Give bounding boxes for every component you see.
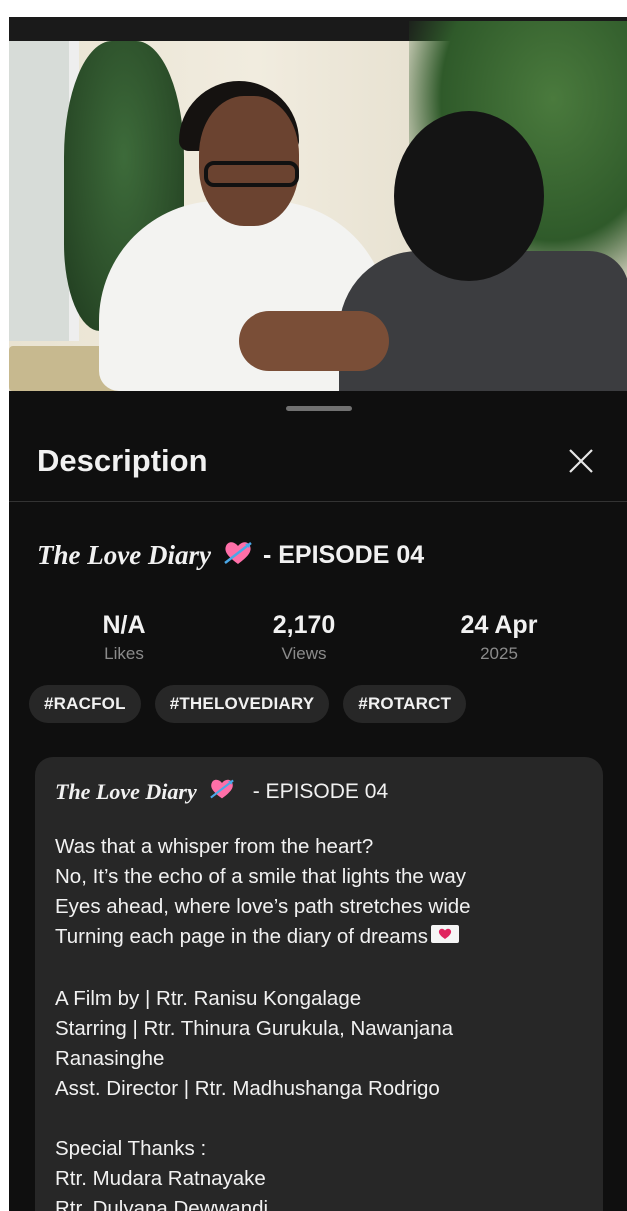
heart-with-arrow-icon [209,777,235,806]
love-letter-icon [430,923,460,954]
sheet-title: Description [37,443,208,478]
divider [9,501,627,502]
thanks-line: Rtr. Mudara Ratnayake [55,1167,266,1190]
description-title-script: The Love Diary [55,778,197,804]
views-label: Views [281,644,327,663]
credit-line: A Film by | Rtr. Ranisu Kongalage [55,987,362,1010]
hashtag-chip[interactable]: #ROTARCT [343,685,467,723]
views-count: 2,170 [272,611,336,639]
hashtag-list: #RACFOL #THELOVEDIARY #ROTARCT [29,685,467,723]
poem-line: Was that a whisper from the heart? [55,835,374,858]
app-frame: Description The Love Diary - EPISODE 04 … [9,17,627,1211]
description-text-box: The Love Diary - EPISODE 04 Was that a w… [35,757,603,1211]
hashtag-chip[interactable]: #RACFOL [29,685,141,723]
poem-line-text: Turning each page in the diary of dreams [55,925,429,948]
credit-line: Starring | Rtr. Thinura Gurukula, Nawanj… [55,1017,454,1040]
poem-line: Eyes ahead, where love’s path stretches … [55,895,471,918]
likes-label: Likes [104,644,144,663]
likes-count: N/A [102,611,146,639]
poem-line: No, It’s the echo of a smile that lights… [55,865,466,888]
description-title-episode: - EPISODE 04 [252,779,389,803]
close-button[interactable] [559,439,603,483]
drag-handle[interactable] [286,406,352,411]
video-title-episode: - EPISODE 04 [262,541,425,569]
thanks-line: Rtr. Dulyana Dewwandi [55,1197,269,1211]
likes-stat: N/A Likes [69,611,179,664]
upload-year: 2025 [480,644,518,663]
upload-date-stat: 24 Apr 2025 [429,611,569,664]
close-icon [569,449,593,473]
video-title-script: The Love Diary [37,540,211,570]
video-player[interactable] [9,17,627,391]
views-stat: 2,170 Views [249,611,359,664]
hashtag-chip[interactable]: #THELOVEDIARY [154,685,330,723]
description-sheet: Description The Love Diary - EPISODE 04 … [9,391,627,1211]
heart-with-arrow-icon [223,539,253,572]
description-heading: The Love Diary - EPISODE 04 [55,777,583,806]
credit-line: Ranasinghe [55,1047,165,1070]
video-title: The Love Diary - EPISODE 04 [37,539,424,572]
video-thumbnail [9,21,627,391]
poem-line-last: Turning each page in the diary of dreams [55,922,583,954]
credit-line: Asst. Director | Rtr. Madhushanga Rodrig… [55,1077,440,1100]
upload-date: 24 Apr [460,611,538,639]
thanks-line: Special Thanks : [55,1137,207,1160]
